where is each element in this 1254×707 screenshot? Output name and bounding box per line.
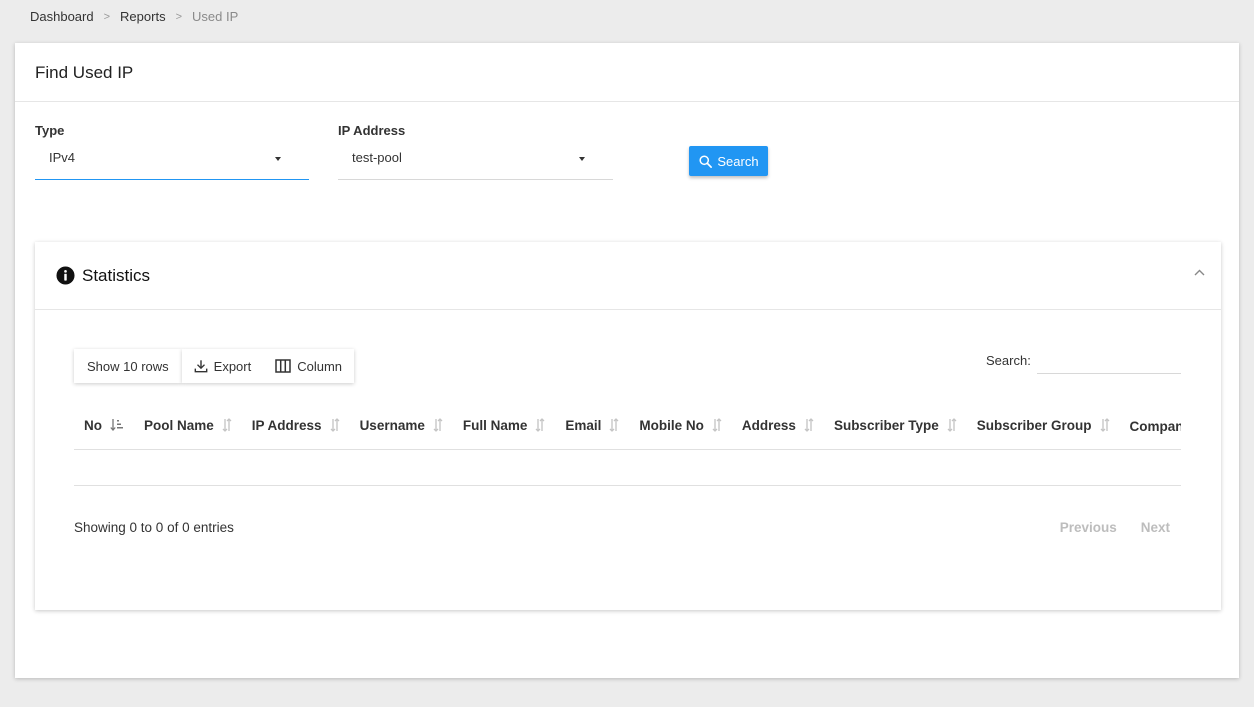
table-search-label: Search:: [986, 353, 1031, 368]
column-label: Column: [297, 358, 343, 374]
column-header-full-name[interactable]: Full Name: [452, 405, 556, 450]
type-select-value: IPv4: [49, 150, 76, 165]
chevron-up-icon: [1194, 269, 1204, 275]
table-container: No Pool Name IP Address Username Full Name E…: [74, 405, 1181, 486]
search-button[interactable]: Search: [689, 146, 768, 176]
download-icon: [194, 360, 208, 373]
empty-cell: [74, 449, 1181, 486]
ip-address-label: IP Address: [338, 123, 406, 138]
column-header-no[interactable]: No: [74, 405, 134, 450]
column-header-subscriber-group[interactable]: Subscriber Group: [966, 405, 1120, 450]
sort-both-icon: [222, 418, 232, 435]
sort-both-icon: [330, 418, 340, 435]
toolbar-button-group: Export Column: [181, 349, 355, 383]
column-header-username[interactable]: Username: [349, 405, 453, 450]
page-title: Find Used IP: [15, 43, 1239, 102]
column-header-email[interactable]: Email: [555, 405, 630, 450]
used-ip-table: No Pool Name IP Address Username Full Name E…: [74, 405, 1181, 486]
info-icon: [56, 266, 75, 285]
table-header-row: No Pool Name IP Address Username Full Name E…: [74, 405, 1181, 450]
type-label: Type: [35, 123, 65, 138]
collapse-button[interactable]: [1191, 264, 1207, 280]
breadcrumb-current: Used IP: [192, 9, 239, 24]
ip-address-field: IP Address test-pool: [338, 123, 613, 180]
breadcrumb-reports[interactable]: Reports: [120, 9, 166, 24]
ip-address-select-value: test-pool: [352, 150, 402, 165]
column-header-mobile-no[interactable]: Mobile No: [629, 405, 732, 450]
column-header-subscriber-type[interactable]: Subscriber Type: [823, 405, 967, 450]
search-icon: [699, 154, 713, 168]
sort-both-icon: [1100, 418, 1110, 435]
sort-both-icon: [947, 418, 957, 435]
statistics-header: Statistics: [35, 242, 1221, 310]
sort-both-icon: [433, 418, 443, 435]
empty-table-row: [74, 449, 1181, 486]
breadcrumb-dashboard[interactable]: Dashboard: [30, 9, 94, 24]
table-search-input[interactable]: [1036, 349, 1181, 374]
columns-icon: [275, 359, 291, 373]
caret-down-icon: [579, 157, 585, 161]
show-rows-label: Show 10 rows: [87, 358, 169, 374]
caret-down-icon: [275, 157, 281, 161]
export-label: Export: [213, 358, 252, 374]
breadcrumb-separator: >: [175, 10, 183, 23]
sort-asc-icon: [110, 418, 124, 435]
statistics-title: Statistics: [82, 265, 151, 285]
previous-button[interactable]: Previous: [1060, 520, 1117, 535]
export-button[interactable]: Export: [181, 349, 264, 383]
ip-address-select[interactable]: test-pool: [338, 144, 613, 180]
table-info: Showing 0 to 0 of 0 entries: [74, 520, 234, 535]
search-button-label: Search: [717, 153, 759, 169]
table-toolbar: Show 10 rows Export Column: [74, 349, 355, 383]
table-search: Search:: [986, 349, 1181, 374]
column-header-ip-address[interactable]: IP Address: [241, 405, 350, 450]
find-used-ip-card: Find Used IP Type IPv4 IP Address test-p…: [15, 43, 1239, 678]
show-rows-button[interactable]: Show 10 rows: [74, 349, 182, 383]
type-select[interactable]: IPv4: [35, 144, 309, 180]
sort-both-icon: [609, 418, 619, 435]
column-header-address[interactable]: Address: [731, 405, 824, 450]
column-header-company-name[interactable]: Company Name: [1119, 405, 1181, 450]
sort-both-icon: [804, 418, 814, 435]
breadcrumb: Dashboard > Reports > Used IP: [30, 9, 238, 24]
statistics-panel: Statistics Show 10 rows Export Column Se…: [35, 242, 1221, 610]
pagination: Previous Next: [1060, 520, 1170, 535]
column-button[interactable]: Column: [263, 349, 355, 383]
breadcrumb-separator: >: [103, 10, 111, 23]
sort-both-icon: [712, 418, 722, 435]
sort-both-icon: [535, 418, 545, 435]
column-header-pool-name[interactable]: Pool Name: [134, 405, 242, 450]
type-field: Type IPv4: [35, 123, 309, 180]
next-button[interactable]: Next: [1141, 520, 1170, 535]
